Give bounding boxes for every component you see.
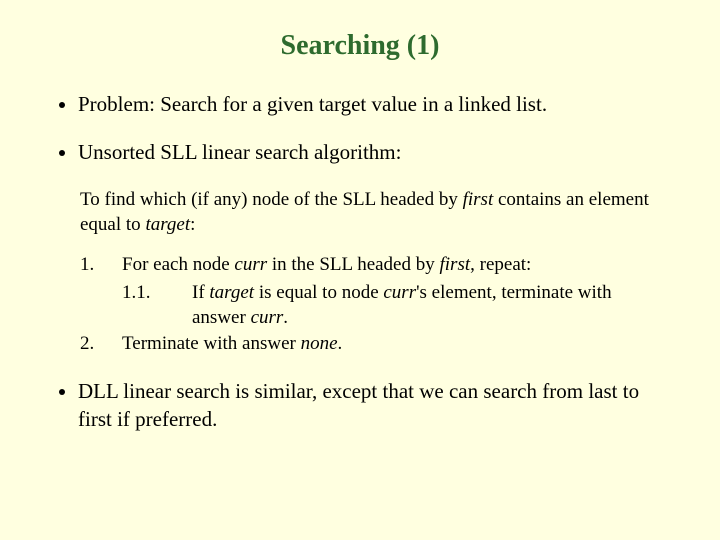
step-2: 2. Terminate with answer none. [80, 331, 670, 357]
s2-b: . [338, 333, 343, 354]
bullet-list-2: DLL linear search is similar, except tha… [50, 377, 670, 434]
intro-text-a: To find which (if any) node of the SLL h… [80, 189, 463, 210]
bullet-algorithm: Unsorted SLL linear search algorithm: [78, 138, 670, 166]
s1-curr: curr [234, 254, 267, 275]
intro-var-first: first [463, 189, 494, 210]
s1-a: For each node [122, 254, 234, 275]
step-num-1-1: 1.1. [122, 280, 192, 331]
bullet-problem: Problem: Search for a given target value… [78, 90, 670, 118]
intro-text-c: : [190, 214, 195, 235]
s2-a: Terminate with answer [122, 333, 301, 354]
s1-c: , repeat: [470, 254, 531, 275]
s11-d: . [283, 307, 288, 328]
s1-b: in the SLL headed by [267, 254, 439, 275]
algo-intro: To find which (if any) node of the SLL h… [80, 187, 670, 238]
s11-b: is equal to node [254, 282, 383, 303]
s11-target: target [209, 282, 254, 303]
step-1: 1. For each node curr in the SLL headed … [80, 252, 670, 278]
step-body-1: For each node curr in the SLL headed by … [122, 252, 670, 278]
step-num-2: 2. [80, 331, 122, 357]
s11-curr2: curr [251, 307, 284, 328]
slide-title: Searching (1) [50, 30, 670, 62]
s2-none: none [301, 333, 338, 354]
bullet-dll: DLL linear search is similar, except tha… [78, 377, 670, 434]
s11-curr: curr [383, 282, 416, 303]
s1-first: first [440, 254, 471, 275]
intro-var-target: target [145, 214, 190, 235]
step-num-1: 1. [80, 252, 122, 278]
step-1-1: 1.1. If target is equal to node curr's e… [122, 280, 670, 331]
slide: Searching (1) Problem: Search for a give… [0, 0, 720, 473]
algo-steps: 1. For each node curr in the SLL headed … [80, 252, 670, 357]
bullet-list: Problem: Search for a given target value… [50, 90, 670, 167]
step-body-1-1: If target is equal to node curr's elemen… [192, 280, 670, 331]
s11-a: If [192, 282, 209, 303]
step-body-2: Terminate with answer none. [122, 331, 670, 357]
